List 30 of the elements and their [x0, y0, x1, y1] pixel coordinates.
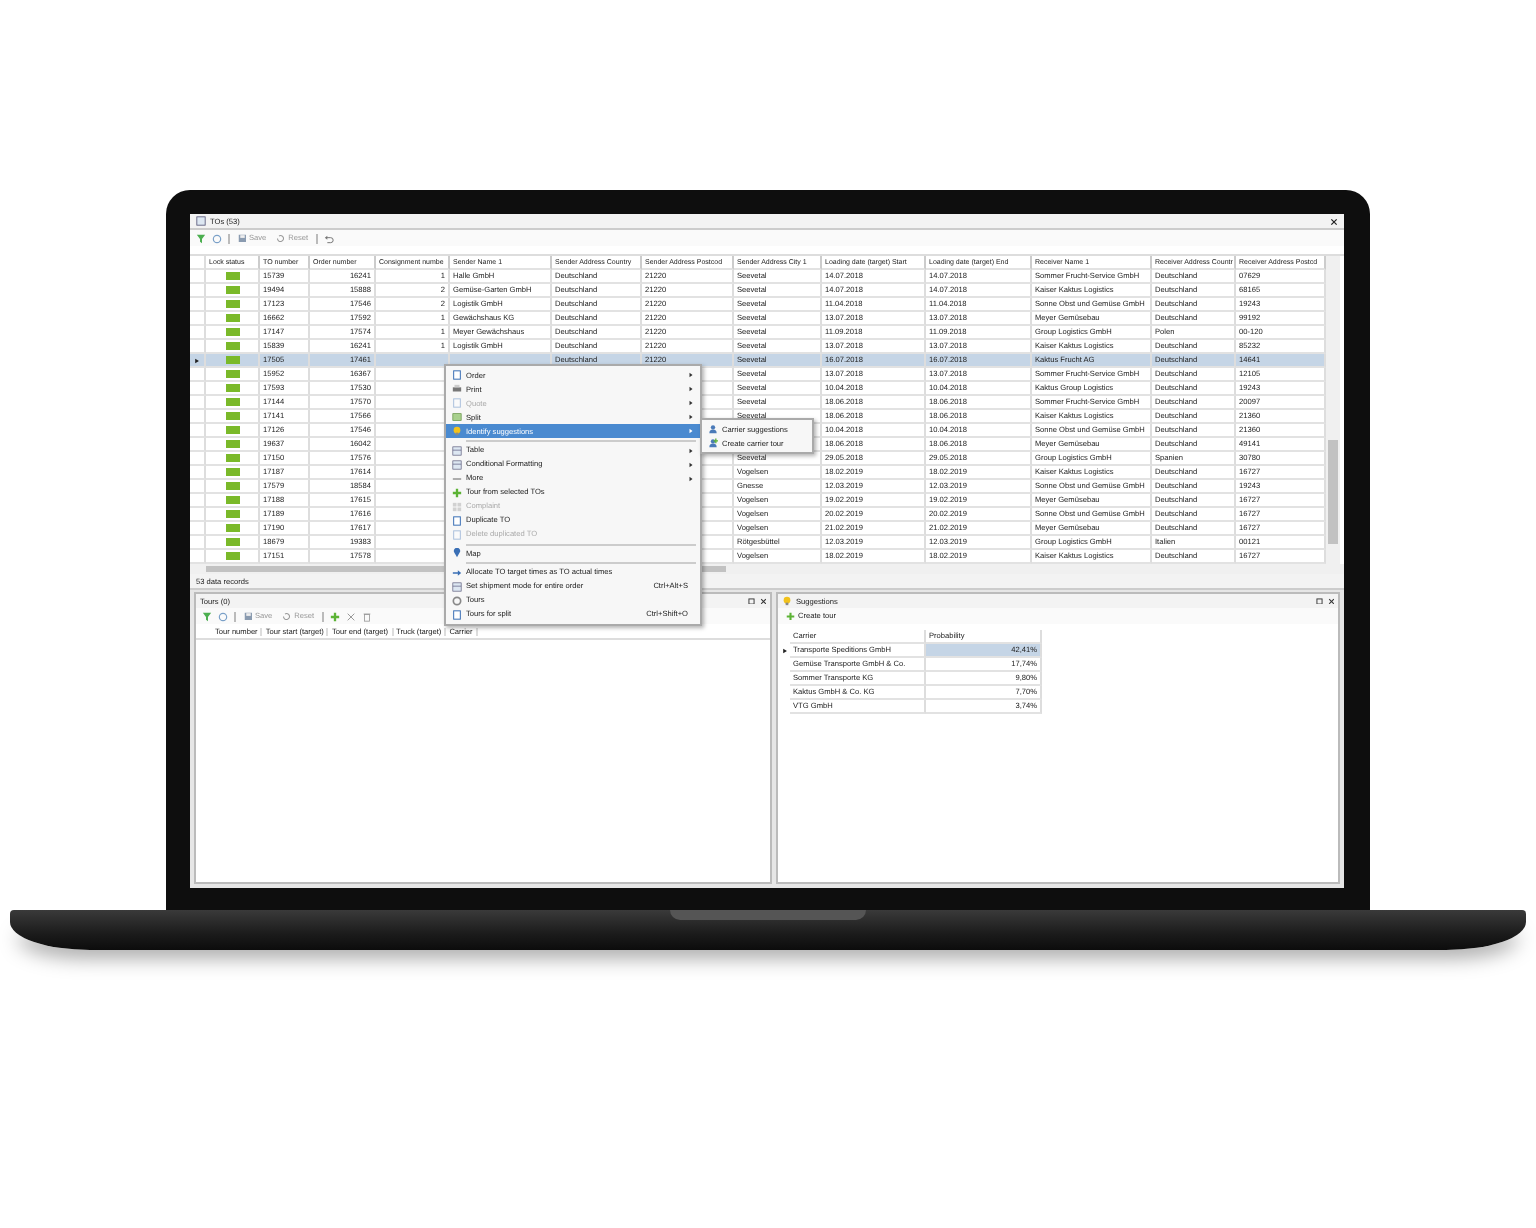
pin-icon [451, 548, 461, 558]
person-plus-icon [707, 438, 717, 448]
arrow-icon [451, 567, 461, 577]
reset-icon [282, 611, 292, 621]
lightbulb-icon [782, 596, 792, 606]
close-icon[interactable] [759, 597, 766, 605]
vertical-scrollbar[interactable] [1326, 256, 1340, 564]
document-icon [451, 370, 461, 380]
grid-icon [451, 501, 461, 511]
row-pointer-icon [781, 648, 787, 654]
close-icon[interactable] [1330, 217, 1338, 225]
maximize-icon[interactable] [748, 597, 755, 605]
printer-icon [451, 384, 461, 394]
table-icon [451, 459, 461, 469]
people-icon [707, 424, 717, 434]
document-icon [451, 398, 461, 408]
plus-icon [451, 487, 461, 497]
table-icon [451, 581, 461, 591]
document-icon [451, 609, 461, 619]
reset-icon [276, 233, 286, 243]
table-icon [451, 445, 461, 455]
undo-icon[interactable] [323, 233, 334, 243]
plus-icon[interactable] [329, 611, 340, 621]
close-icon[interactable] [1327, 597, 1334, 605]
plus-icon [786, 611, 795, 621]
table-icon [196, 216, 206, 226]
lightbulb-icon [451, 426, 461, 436]
maximize-icon[interactable] [1316, 597, 1323, 605]
row-pointer-icon [193, 357, 199, 363]
trash-icon[interactable] [361, 611, 372, 621]
